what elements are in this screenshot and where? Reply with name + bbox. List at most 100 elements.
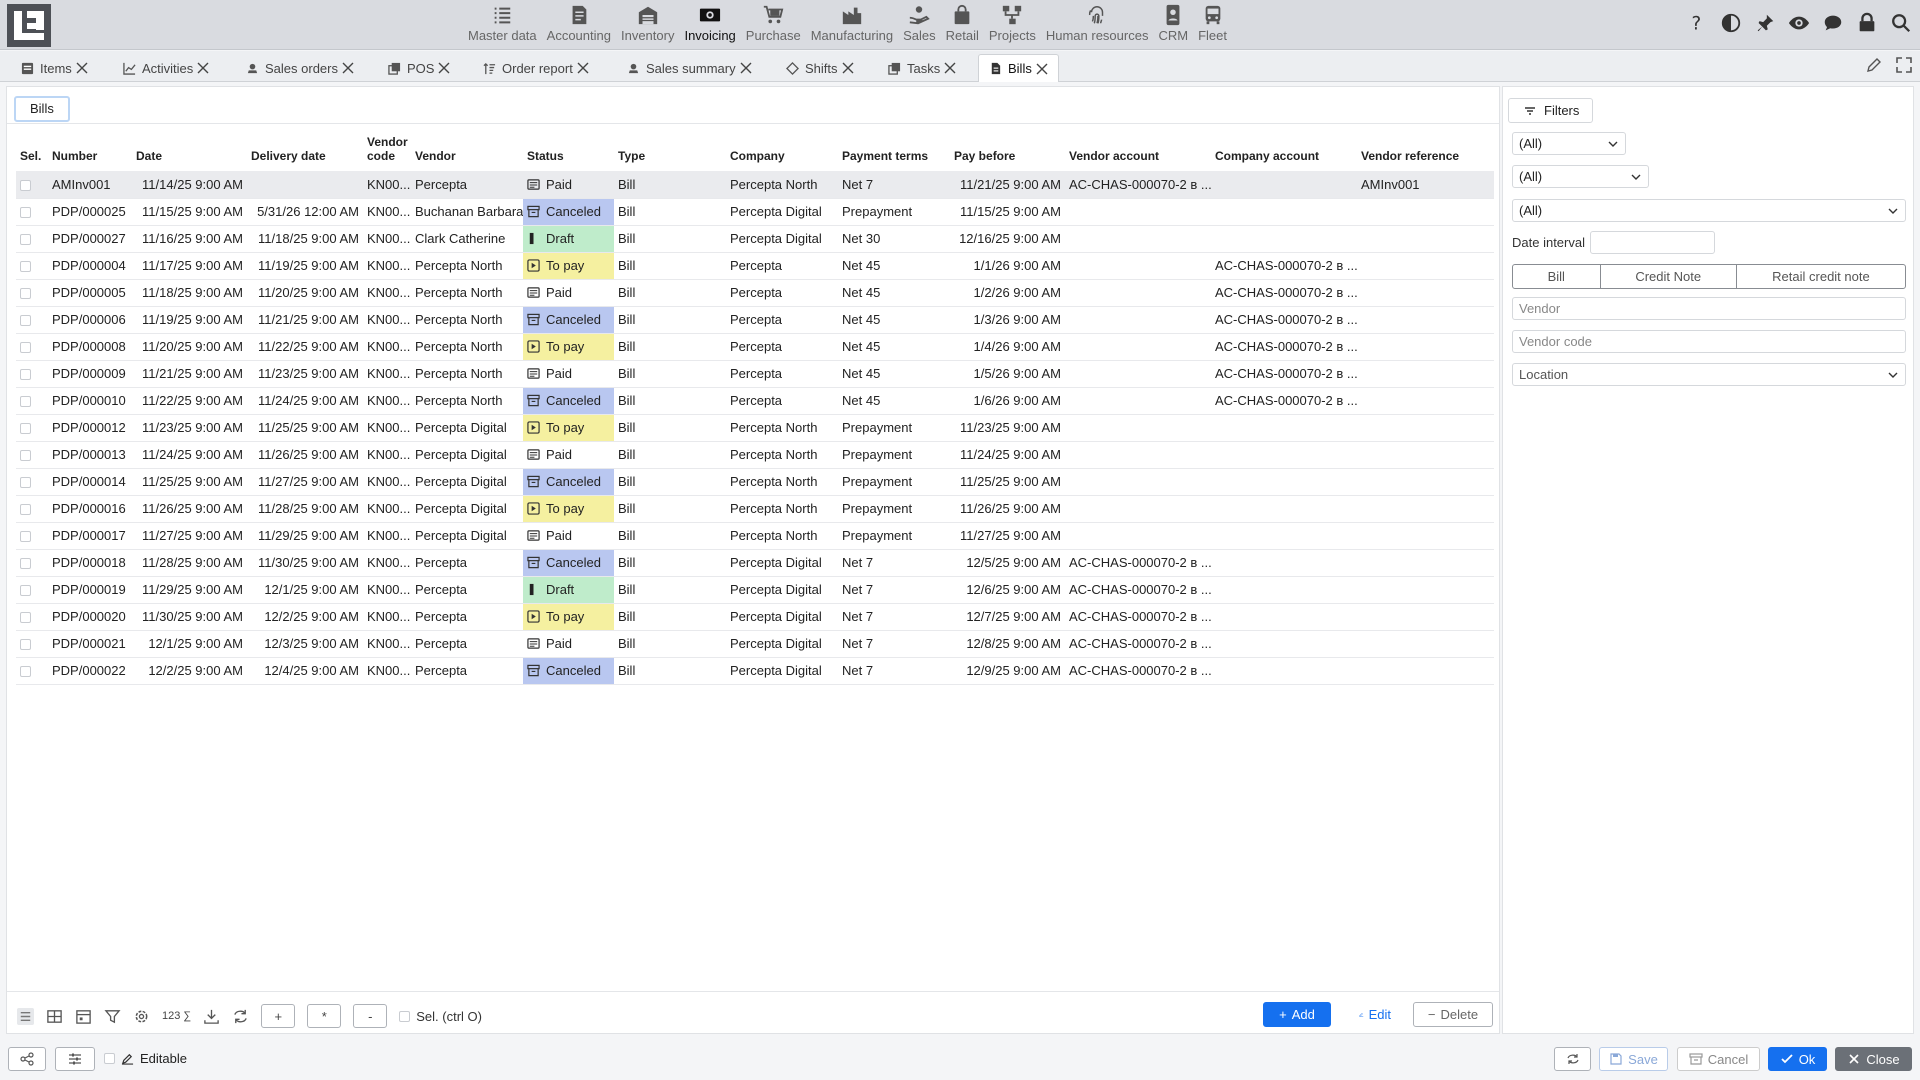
module-master-data[interactable]: Master data (463, 0, 542, 50)
tab-shifts[interactable]: Shifts (786, 54, 854, 82)
row-select-cell[interactable] (16, 333, 48, 361)
column-header-vendor[interactable]: Vendor (411, 133, 523, 171)
table-row[interactable]: PDP/000009 11/21/25 9:00 AM 11/23/25 9:00 … (16, 360, 1494, 388)
row-select-cell[interactable] (16, 657, 48, 685)
editable-checkbox[interactable] (104, 1053, 115, 1064)
row-checkbox[interactable] (20, 639, 31, 651)
close-button[interactable]: Close (1835, 1047, 1912, 1071)
sum-counter-button[interactable]: 123 ∑ (162, 1010, 191, 1022)
close-tab-icon[interactable] (944, 62, 956, 74)
module-projects[interactable]: Projects (984, 0, 1041, 50)
table-row[interactable]: PDP/000006 11/19/25 9:00 AM 11/21/25 9:00 … (16, 306, 1494, 334)
contrast-icon[interactable] (1720, 12, 1742, 34)
remove-row-button[interactable]: - (353, 1004, 388, 1028)
close-tab-icon[interactable] (197, 62, 209, 74)
table-row[interactable]: PDP/000027 11/16/25 9:00 AM 11/18/25 9:00 … (16, 225, 1494, 253)
chat-icon[interactable] (1822, 12, 1844, 34)
row-checkbox[interactable] (20, 234, 31, 246)
close-tab-icon[interactable] (740, 62, 752, 74)
table-row[interactable]: PDP/000014 11/25/25 9:00 AM 11/27/25 9:00 … (16, 468, 1494, 496)
table-row[interactable]: PDP/000010 11/22/25 9:00 AM 11/24/25 9:00 … (16, 387, 1494, 415)
table-row[interactable]: PDP/000025 11/15/25 9:00 AM 5/31/26 12:00 … (16, 198, 1494, 226)
tab-tasks[interactable]: Tasks (888, 54, 956, 82)
save-button[interactable]: Save (1599, 1047, 1668, 1071)
download-icon[interactable] (203, 1008, 220, 1025)
filter-select-1[interactable]: (All) (1512, 132, 1626, 155)
lock-icon[interactable] (1856, 12, 1878, 34)
app-logo[interactable] (7, 4, 51, 47)
column-header-vendor-reference[interactable]: Vendor reference (1357, 133, 1494, 171)
module-invoicing[interactable]: Invoicing (679, 0, 740, 50)
subtab-bills[interactable]: Bills (14, 96, 70, 122)
tab-sales-orders[interactable]: Sales orders (246, 54, 354, 82)
column-header-delivery-date[interactable]: Delivery date (247, 133, 363, 171)
column-header-date[interactable]: Date (132, 133, 247, 171)
table-row[interactable]: PDP/000004 11/17/25 9:00 AM 11/19/25 9:00 … (16, 252, 1494, 280)
row-select-cell[interactable] (16, 414, 48, 442)
column-header-payment-terms[interactable]: Payment terms (838, 133, 950, 171)
table-row[interactable]: PDP/000008 11/20/25 9:00 AM 11/22/25 9:00 … (16, 333, 1494, 361)
column-header-pay-before[interactable]: Pay before (950, 133, 1065, 171)
column-header-sel[interactable]: Sel. (16, 133, 48, 171)
table-row[interactable]: AMInv001 11/14/25 9:00 AM KN00... Percepta P… (16, 171, 1494, 199)
row-select-cell[interactable] (16, 171, 48, 199)
table-row[interactable]: PDP/000020 11/30/25 9:00 AM 12/2/25 9:00 A… (16, 603, 1494, 631)
row-checkbox[interactable] (20, 315, 31, 327)
column-header-company[interactable]: Company (726, 133, 838, 171)
row-checkbox[interactable] (20, 477, 31, 489)
settings-sliders-button[interactable] (55, 1047, 95, 1071)
grid-view-icon[interactable] (46, 1008, 63, 1025)
row-checkbox[interactable] (20, 396, 31, 408)
close-tab-icon[interactable] (1036, 63, 1048, 75)
tab-activities[interactable]: Activities (123, 54, 209, 82)
column-header-vendor-code[interactable]: Vendor code (363, 133, 411, 171)
close-tab-icon[interactable] (76, 62, 88, 74)
eye-icon[interactable] (1788, 12, 1810, 34)
module-inventory[interactable]: Inventory (616, 0, 679, 50)
calendar-icon[interactable] (75, 1008, 92, 1025)
table-row[interactable]: PDP/000018 11/28/25 9:00 AM 11/30/25 9:00 … (16, 549, 1494, 577)
segment-retail-credit-note[interactable]: Retail credit note (1737, 265, 1905, 288)
row-checkbox[interactable] (20, 504, 31, 516)
module-sales[interactable]: Sales (898, 0, 941, 50)
filter-select-3[interactable]: (All) (1512, 199, 1906, 222)
column-header-vendor-account[interactable]: Vendor account (1065, 133, 1211, 171)
gear-icon[interactable] (133, 1008, 150, 1025)
table-row[interactable]: PDP/000012 11/23/25 9:00 AM 11/25/25 9:00 … (16, 414, 1494, 442)
row-select-cell[interactable] (16, 306, 48, 334)
row-select-cell[interactable] (16, 441, 48, 469)
row-select-cell[interactable] (16, 630, 48, 658)
close-tab-icon[interactable] (342, 62, 354, 74)
row-checkbox[interactable] (20, 558, 31, 570)
module-crm[interactable]: CRM (1153, 0, 1193, 50)
module-purchase[interactable]: Purchase (741, 0, 806, 50)
module-human-resources[interactable]: Human resources (1041, 0, 1154, 50)
row-select-cell[interactable] (16, 576, 48, 604)
row-select-cell[interactable] (16, 603, 48, 631)
row-select-cell[interactable] (16, 225, 48, 253)
row-checkbox[interactable] (20, 450, 31, 462)
pencil-icon[interactable] (1866, 57, 1882, 73)
table-row[interactable]: PDP/000017 11/27/25 9:00 AM 11/29/25 9:00 … (16, 522, 1494, 550)
module-fleet[interactable]: Fleet (1193, 0, 1232, 50)
segment-credit-note[interactable]: Credit Note (1601, 265, 1737, 288)
tab-order-report[interactable]: Order report (483, 54, 589, 82)
tab-bills[interactable]: Bills (978, 54, 1059, 82)
row-checkbox[interactable] (20, 666, 31, 678)
row-select-cell[interactable] (16, 387, 48, 415)
row-checkbox[interactable] (20, 531, 31, 543)
asterisk-button[interactable]: * (307, 1004, 342, 1028)
list-view-icon[interactable] (17, 1007, 34, 1025)
vendor-filter-input[interactable]: Vendor (1512, 297, 1906, 320)
close-tab-icon[interactable] (577, 62, 589, 74)
row-checkbox[interactable] (20, 612, 31, 624)
reload-button[interactable] (1554, 1047, 1591, 1071)
table-row[interactable]: PDP/000016 11/26/25 9:00 AM 11/28/25 9:00 … (16, 495, 1494, 523)
row-select-cell[interactable] (16, 468, 48, 496)
date-interval-input[interactable] (1590, 231, 1715, 254)
select-checkbox[interactable] (399, 1010, 411, 1022)
row-checkbox[interactable] (20, 179, 31, 191)
refresh-icon[interactable] (232, 1008, 249, 1025)
search-icon[interactable] (1890, 12, 1912, 34)
row-checkbox[interactable] (20, 261, 31, 273)
